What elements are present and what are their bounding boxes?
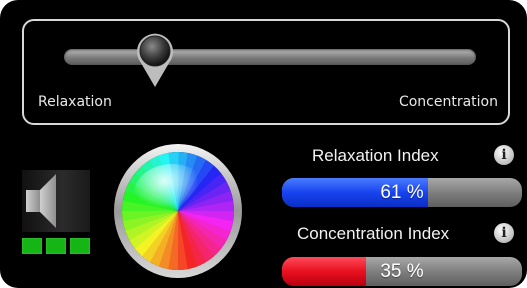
speaker-icon [22,170,90,232]
slider-thumb[interactable] [135,31,175,89]
concentration-index-bar: 35 % [282,257,522,286]
slider-track[interactable] [64,49,476,65]
slider-label-relaxation: Relaxation [38,94,112,110]
relaxation-index-value: 61 % [380,181,424,203]
volume-level-bar [46,238,66,254]
volume-level-bar [22,238,42,254]
concentration-index-title: Concentration Index [297,224,450,243]
info-icon[interactable]: i [494,223,514,243]
info-icon-glyph: i [501,147,507,163]
relaxation-index-title: Relaxation Index [312,146,439,165]
volume-control[interactable] [22,170,92,260]
relaxation-index-bar: 61 % [282,178,522,207]
concentration-index-value: 35 % [380,260,424,282]
info-icon-glyph: i [501,225,507,241]
app-screen: Relaxation Concentration Relaxation Inde… [0,0,527,288]
slider-label-concentration: Concentration [398,94,498,110]
relax-concentration-slider-panel: Relaxation Concentration [22,19,510,125]
volume-level-bar [70,238,90,254]
info-icon[interactable]: i [494,145,514,165]
color-wheel-icon[interactable] [112,142,244,280]
